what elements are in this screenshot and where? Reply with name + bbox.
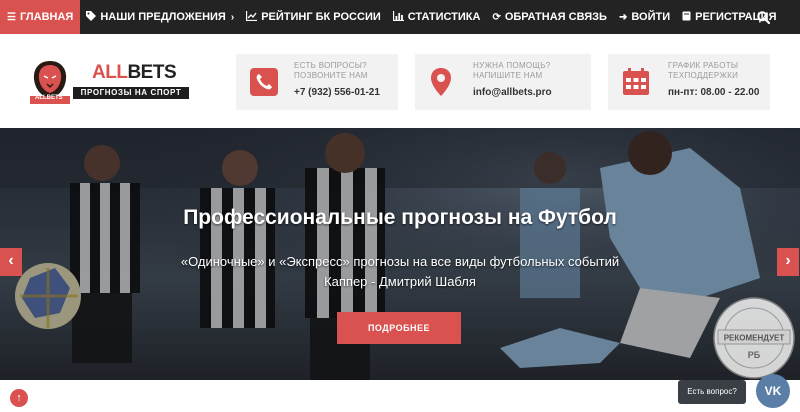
bar-chart-icon [392, 10, 404, 24]
stamp-text: РЕКОМЕНДУЕТ [724, 334, 785, 343]
chevron-left-icon: ‹ [8, 252, 14, 269]
search-button[interactable] [757, 0, 770, 34]
recommend-stamp-badge: РЕКОМЕНДУЕТ РБ [713, 297, 795, 379]
chevron-right-icon: › [230, 11, 235, 23]
scroll-to-top-button[interactable]: ↑ [10, 389, 28, 407]
logo-tagline: ПРОГНОЗЫ НА СПОРТ [73, 87, 189, 99]
menu-icon: ☰ [7, 11, 16, 23]
hero-tipster: Каппер - Дмитрий Шабля [324, 274, 476, 289]
schedule-label-2: ТЕХПОДДЕРЖКИ [668, 71, 739, 80]
nav-label: ОБРАТНАЯ СВЯЗЬ [504, 11, 607, 23]
more-details-button[interactable]: ПОДРОБНЕЕ [337, 312, 461, 344]
email-label-2: НАПИШИТЕ НАМ [473, 71, 543, 80]
calendar-icon [623, 68, 649, 95]
nav-item-feedback[interactable]: ⟳ ОБРАТНАЯ СВЯЗЬ [486, 0, 613, 34]
phone-icon [250, 68, 278, 96]
slider-prev-button[interactable]: ‹ [0, 248, 22, 276]
phone-label-1: ЕСТЬ ВОПРОСЫ? [294, 61, 367, 70]
search-icon [757, 10, 770, 24]
hero-subtitle: «Одиночные» и «Экспресс» прогнозы на все… [180, 254, 620, 269]
vk-icon: VK [764, 384, 782, 398]
support-schedule-box: ГРАФИК РАБОТЫ ТЕХПОДДЕРЖКИ пн-пт: 08.00 … [608, 54, 770, 110]
nav-item-home[interactable]: ☰ ГЛАВНАЯ [0, 0, 81, 34]
arrow-up-icon: ↑ [16, 392, 22, 404]
email-value[interactable]: info@allbets.pro [473, 87, 552, 98]
logo-all: ALL [92, 62, 128, 83]
book-icon [682, 11, 691, 24]
page: ☰ ГЛАВНАЯ НАШИ ПРЕДЛОЖЕНИЯ › РЕЙТИНГ БК … [0, 0, 800, 412]
nav-label: ГЛАВНАЯ [19, 11, 74, 23]
logo-wordmark: ALLBETS [92, 62, 177, 84]
site-header: ALLBETS ALLBETS ПРОГНОЗЫ НА СПОРТ ЕСТЬ В… [0, 34, 800, 128]
nav-item-stats[interactable]: СТАТИСТИКА [387, 0, 487, 34]
nav-item-rating[interactable]: РЕЙТИНГ БК РОССИИ [240, 0, 387, 34]
hero-slider: Профессиональные прогнозы на Футбол «Оди… [0, 128, 800, 380]
phone-label-2: ПОЗВОНИТЕ НАМ [294, 71, 368, 80]
contact-email-box: НУЖНА ПОМОЩЬ? НАПИШИТЕ НАМ info@allbets.… [415, 54, 591, 110]
schedule-value: пн-пт: 08.00 - 22.00 [668, 87, 760, 98]
stamp-mark: РБ [748, 350, 761, 360]
contact-phone-box: ЕСТЬ ВОПРОСЫ? ПОЗВОНИТЕ НАМ +7 (932) 556… [236, 54, 398, 110]
slider-next-button[interactable]: › [777, 248, 799, 276]
tag-icon [86, 10, 97, 24]
site-logo[interactable]: ALLBETS ALLBETS ПРОГНОЗЫ НА СПОРТ [30, 58, 190, 114]
nav-label: РЕЙТИНГ БК РОССИИ [261, 11, 381, 23]
map-pin-icon [431, 68, 451, 96]
hero-title: Профессиональные прогнозы на Футбол [183, 206, 617, 229]
top-navigation: ☰ ГЛАВНАЯ НАШИ ПРЕДЛОЖЕНИЯ › РЕЙТИНГ БК … [0, 0, 800, 34]
nav-label: ВОЙТИ [631, 11, 671, 23]
logo-caption: ALLBETS [35, 95, 63, 101]
nav-label: НАШИ ПРЕДЛОЖЕНИЯ [100, 11, 226, 23]
chat-question-bubble[interactable]: Есть вопрос? [678, 380, 746, 404]
sign-in-icon: ➜ [618, 11, 628, 23]
nav-label: СТАТИСТИКА [407, 11, 481, 23]
chevron-right-icon: › [785, 252, 791, 269]
email-label-1: НУЖНА ПОМОЩЬ? [473, 61, 551, 70]
vk-button[interactable]: VK [756, 374, 790, 408]
nav-item-offers[interactable]: НАШИ ПРЕДЛОЖЕНИЯ › [80, 0, 240, 34]
nav-item-login[interactable]: ➜ ВОЙТИ [613, 0, 676, 34]
refresh-icon: ⟳ [492, 11, 501, 23]
schedule-label-1: ГРАФИК РАБОТЫ [668, 61, 739, 70]
line-chart-icon [246, 10, 258, 24]
logo-bets: BETS [127, 62, 177, 83]
phone-value[interactable]: +7 (932) 556-01-21 [294, 87, 380, 98]
